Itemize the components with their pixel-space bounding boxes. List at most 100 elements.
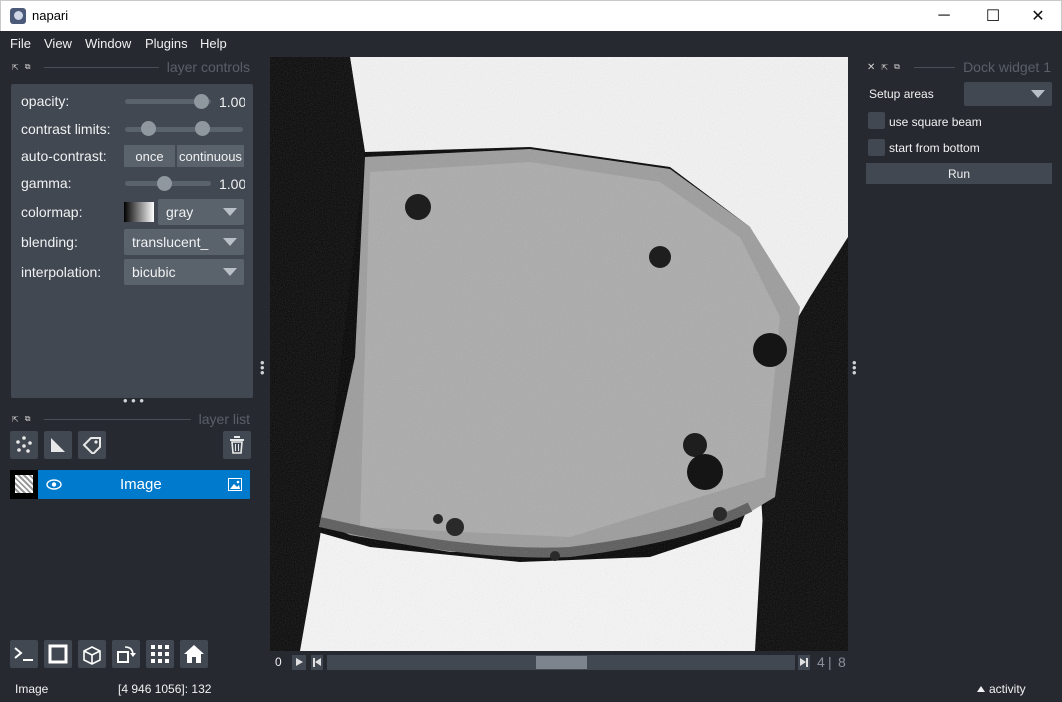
- chevron-down-icon: [223, 238, 237, 246]
- trash-icon: [230, 436, 244, 454]
- play-icon: [296, 658, 303, 666]
- interpolation-label: interpolation:: [21, 264, 102, 280]
- close-button[interactable]: ✕: [1015, 1, 1061, 31]
- new-shapes-layer-button[interactable]: [44, 431, 72, 459]
- undock-icon[interactable]: ⧉: [894, 62, 900, 72]
- chevron-down-icon: [1031, 90, 1045, 98]
- shapes-icon: [51, 438, 65, 452]
- right-dock-handle[interactable]: • • •: [852, 356, 857, 379]
- layer-controls-header: ⇱ ⧉ layer controls: [12, 57, 250, 77]
- gamma-label: gamma:: [21, 175, 72, 191]
- interpolation-value: bicubic: [132, 264, 176, 280]
- dims-slider-handle[interactable]: [536, 656, 587, 669]
- tag-icon: [82, 437, 101, 454]
- eye-icon[interactable]: [46, 479, 62, 490]
- header-divider: [44, 418, 191, 420]
- colormap-select[interactable]: gray: [158, 199, 244, 225]
- setup-areas-select[interactable]: [964, 82, 1052, 106]
- caret-up-icon: [977, 686, 985, 692]
- menu-file[interactable]: File: [10, 36, 31, 51]
- undock-icon[interactable]: ⧉: [25, 62, 31, 72]
- grid-view-button[interactable]: [146, 640, 174, 668]
- float-icon[interactable]: ⇱: [12, 415, 19, 424]
- contrast-min-handle[interactable]: [141, 121, 156, 136]
- menu-window[interactable]: Window: [85, 36, 131, 51]
- new-points-layer-button[interactable]: [10, 431, 38, 459]
- points-icon: [16, 436, 32, 453]
- transpose-button[interactable]: [112, 640, 140, 668]
- home-icon: [184, 645, 204, 663]
- image-layer-icon: [228, 478, 242, 491]
- run-button[interactable]: Run: [866, 163, 1052, 184]
- new-labels-layer-button[interactable]: [78, 431, 106, 459]
- ndisplay-button[interactable]: [44, 640, 72, 668]
- play-button[interactable]: [292, 655, 306, 670]
- delete-layer-button[interactable]: [223, 431, 251, 459]
- colormap-preview: [124, 202, 154, 222]
- chevron-down-icon: [223, 208, 237, 216]
- dims-slider-track[interactable]: [327, 655, 795, 670]
- layer-controls-title: layer controls: [166, 59, 250, 75]
- window-title: napari: [32, 8, 69, 23]
- square-icon: [48, 644, 68, 664]
- left-dock-handle[interactable]: • • •: [260, 356, 265, 379]
- interpolation-select[interactable]: bicubic: [124, 259, 244, 285]
- gamma-slider-handle[interactable]: [157, 176, 172, 191]
- step-back-button[interactable]: [311, 655, 323, 670]
- roll-dimensions-button[interactable]: [78, 640, 106, 668]
- start-from-bottom-checkbox[interactable]: [868, 139, 885, 156]
- undock-icon[interactable]: ⧉: [25, 414, 31, 424]
- layer-item-image[interactable]: Image: [10, 470, 250, 499]
- layer-name[interactable]: Image: [120, 476, 162, 493]
- auto-contrast-once-button[interactable]: once: [124, 145, 175, 167]
- contrast-limits-label: contrast limits:: [21, 121, 111, 137]
- gamma-value: 1.00: [219, 176, 245, 192]
- status-coordinates: [4 946 1056]: 132: [118, 682, 212, 696]
- grid-icon: [151, 645, 169, 663]
- close-icon[interactable]: ✕: [867, 62, 875, 73]
- blending-select[interactable]: translucent_: [124, 229, 244, 255]
- start-from-bottom-label[interactable]: start from bottom: [889, 141, 980, 155]
- console-button[interactable]: [10, 640, 38, 668]
- auto-contrast-continuous-button[interactable]: continuous: [177, 145, 244, 167]
- layer-controls-panel: opacity: 1.00 contrast limits: auto-cont…: [11, 84, 253, 398]
- maximize-button[interactable]: ☐: [970, 1, 1016, 31]
- step-back-icon: [315, 658, 321, 666]
- step-forward-button[interactable]: [798, 655, 810, 670]
- blending-label: blending:: [21, 234, 78, 250]
- menu-view[interactable]: View: [44, 36, 72, 51]
- activity-button[interactable]: activity: [977, 682, 1026, 696]
- use-square-beam-checkbox[interactable]: [868, 112, 885, 129]
- menu-help[interactable]: Help: [200, 36, 227, 51]
- colormap-value: gray: [166, 204, 194, 220]
- layer-list-header: ⇱ ⧉ layer list: [12, 409, 250, 429]
- float-icon[interactable]: ⇱: [12, 63, 19, 72]
- transpose-icon: [117, 646, 136, 663]
- step-forward-bar: [806, 658, 808, 667]
- window-titlebar: napari ─ ☐ ✕: [0, 0, 1062, 31]
- activity-label: activity: [989, 682, 1026, 696]
- frame-separator: |: [828, 654, 832, 670]
- menu-bar: File View Window Plugins Help: [0, 31, 1062, 55]
- blending-value: translucent_: [132, 234, 209, 250]
- colormap-label: colormap:: [21, 204, 83, 220]
- layer-list-title: layer list: [198, 411, 250, 427]
- dock-widget-title: Dock widget 1: [963, 59, 1051, 75]
- opacity-label: opacity:: [21, 93, 70, 109]
- cube-rotate-icon: [83, 646, 101, 665]
- image-canvas[interactable]: [270, 57, 848, 651]
- home-button[interactable]: [180, 640, 208, 668]
- setup-areas-label: Setup areas: [869, 87, 934, 101]
- contrast-max-handle[interactable]: [195, 121, 210, 136]
- splitter-handle[interactable]: • • •: [123, 394, 144, 407]
- terminal-icon: [14, 647, 33, 661]
- auto-contrast-label: auto-contrast:: [21, 148, 107, 164]
- float-icon[interactable]: ⇱: [881, 63, 888, 72]
- minimize-button[interactable]: ─: [921, 1, 967, 31]
- opacity-slider-handle[interactable]: [194, 94, 209, 109]
- menu-plugins[interactable]: Plugins: [145, 36, 188, 51]
- use-square-beam-label[interactable]: use square beam: [889, 115, 982, 129]
- chevron-down-icon: [223, 268, 237, 276]
- dims-slider-bar: 0 4 | 8: [270, 653, 848, 673]
- current-frame[interactable]: 4: [817, 654, 825, 670]
